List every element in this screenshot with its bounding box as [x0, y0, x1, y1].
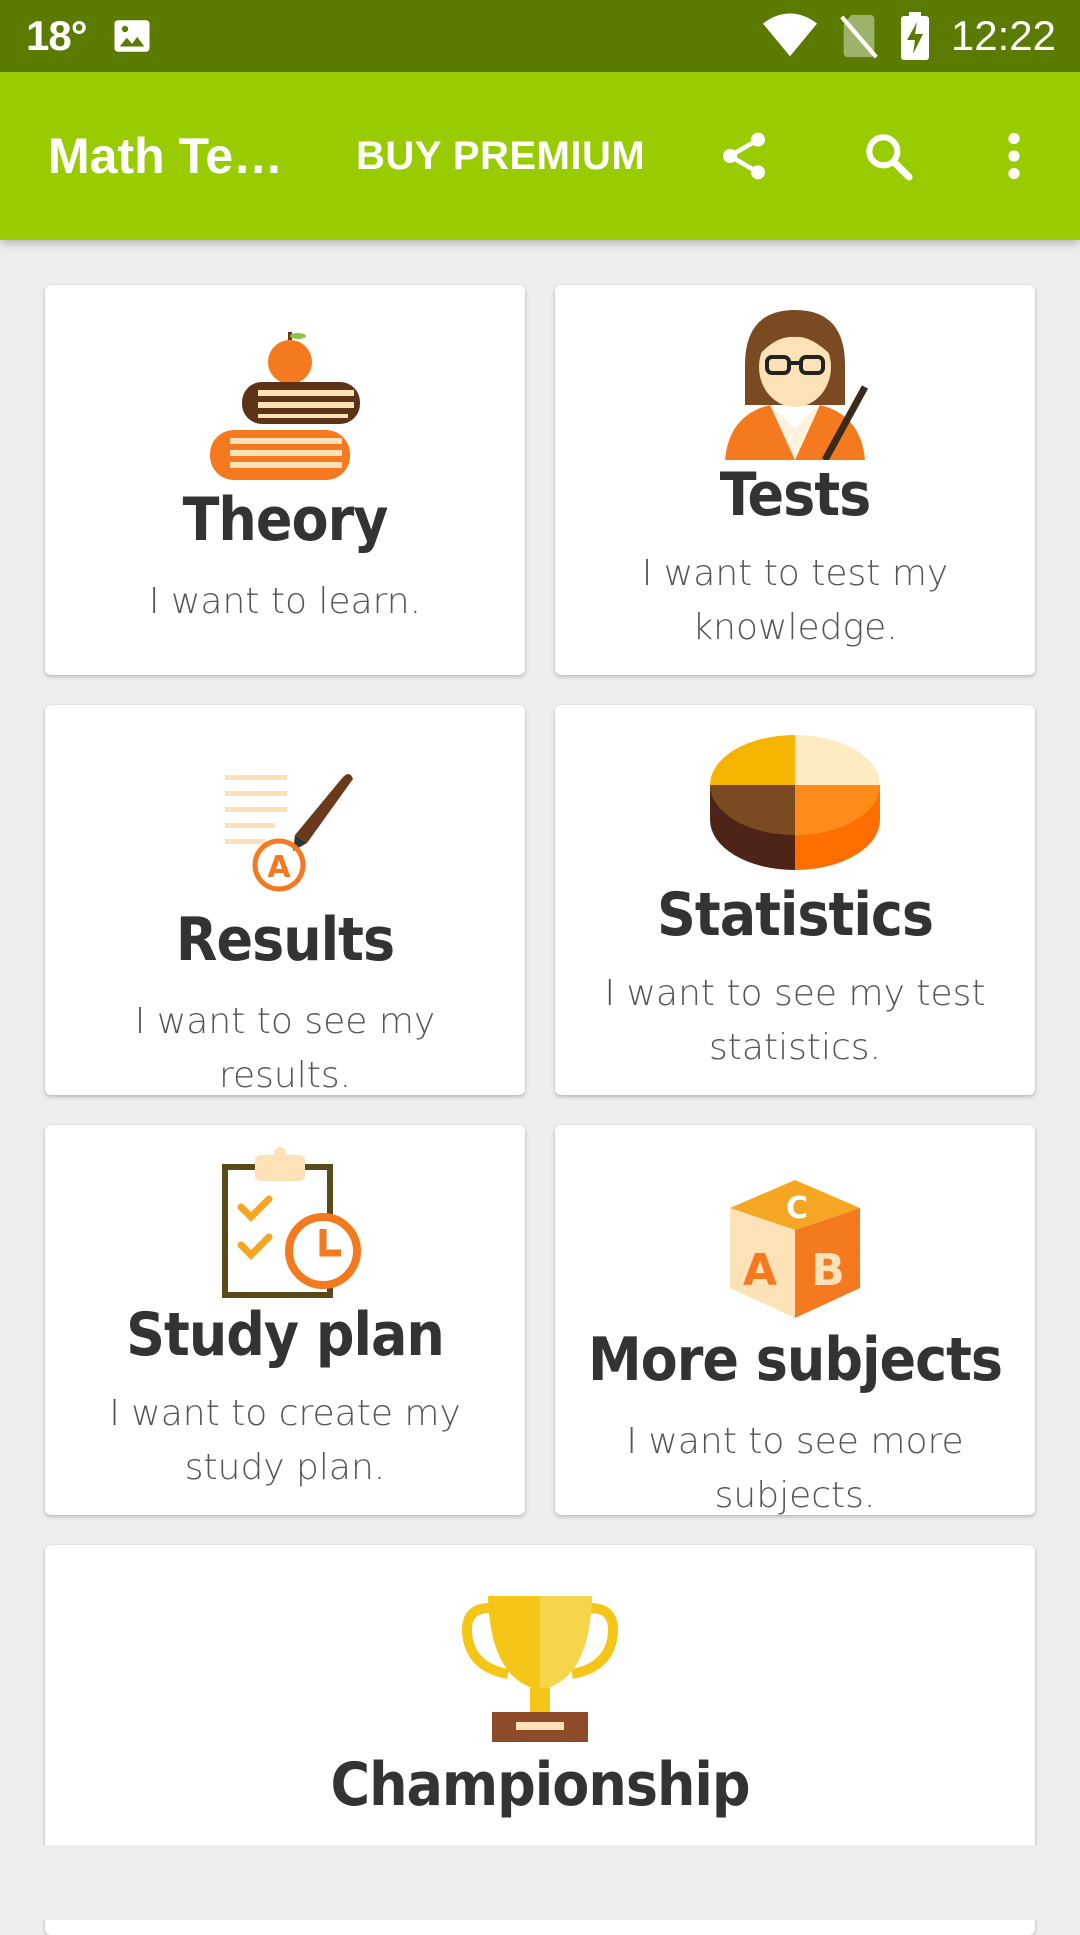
trophy-icon: [45, 1590, 1035, 1745]
card-description: I want to see my test statistics.: [604, 973, 986, 1068]
card-description: I want to create my study plan.: [109, 1393, 461, 1488]
abc-block-icon: C A B: [555, 1170, 1035, 1320]
pie-chart-icon: [555, 725, 1035, 875]
buy-premium-button[interactable]: BUY PREMIUM: [356, 72, 645, 240]
card-results[interactable]: A Results I want to see my results.: [45, 705, 525, 1095]
svg-text:C: C: [786, 1191, 808, 1226]
app-bar: Math Te… BUY PREMIUM: [0, 72, 1080, 240]
clock-text: 12:22: [950, 12, 1056, 59]
card-tests[interactable]: Tests I want to test my knowledge.: [555, 285, 1035, 675]
graded-paper-pen-icon: A: [45, 765, 525, 895]
card-more-subjects[interactable]: C A B More subjects I want to see more s…: [555, 1125, 1035, 1515]
more-vert-icon[interactable]: [986, 128, 1042, 184]
card-title: Theory: [182, 485, 389, 555]
search-icon[interactable]: [860, 128, 916, 184]
svg-text:A: A: [267, 850, 291, 885]
svg-text:B: B: [811, 1245, 845, 1296]
temperature-text: 18°: [26, 12, 88, 59]
card-title: Tests: [719, 460, 872, 530]
image-notification-icon: [111, 15, 153, 57]
card-title: More subjects: [587, 1325, 1003, 1395]
books-apple-icon: [45, 330, 525, 490]
card-description: I want to test my knowledge.: [641, 553, 949, 648]
card-title: Study plan: [126, 1300, 445, 1370]
card-study-plan[interactable]: Study plan I want to create my study pla…: [45, 1125, 525, 1515]
teacher-icon: [555, 305, 1035, 460]
card-title: Championship: [330, 1750, 750, 1820]
card-title: Results: [175, 905, 395, 975]
svg-text:A: A: [743, 1245, 777, 1296]
status-bar: 18° 12:22: [0, 0, 1080, 72]
card-title: Statistics: [657, 880, 934, 950]
share-icon[interactable]: [716, 128, 772, 184]
card-theory[interactable]: Theory I want to learn.: [45, 285, 525, 675]
app-title: Math Te…: [48, 128, 284, 184]
battery-charging-icon: [900, 12, 929, 60]
card-statistics[interactable]: Statistics I want to see my test statist…: [555, 705, 1035, 1095]
card-description: I want to see my results.: [134, 1001, 436, 1095]
bottom-background: [0, 1845, 1080, 1920]
clipboard-clock-icon: [45, 1145, 525, 1300]
card-description: I want to see more subjects.: [626, 1421, 964, 1515]
card-description: I want to learn.: [148, 581, 422, 622]
wifi-icon: [762, 13, 817, 59]
no-sim-icon: [839, 13, 879, 59]
